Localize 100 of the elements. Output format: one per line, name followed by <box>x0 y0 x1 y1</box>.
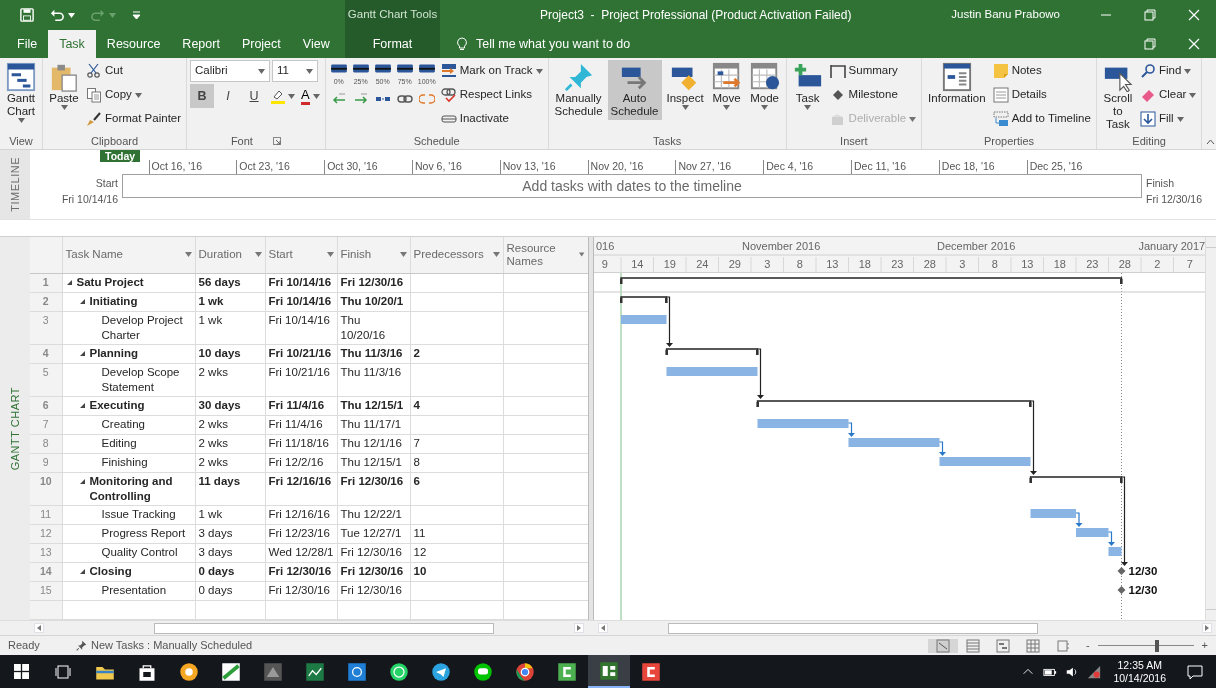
ribbon-button[interactable]: Mode <box>746 60 783 113</box>
summary-bar[interactable] <box>1029 476 1123 484</box>
link-arrow <box>847 422 855 437</box>
table-cell: 56 days <box>195 273 265 292</box>
ribbon-button[interactable]: Summary <box>827 60 900 82</box>
summary-bar[interactable] <box>756 400 1032 408</box>
caret-icon <box>306 68 314 74</box>
letter-c-app-icon <box>641 661 661 682</box>
table-cell: Thu 12/1/16 <box>337 434 410 453</box>
zoom-in-button[interactable]: + <box>1201 637 1216 654</box>
grid-view-icon <box>1025 638 1040 653</box>
ribbon-button[interactable]: Milestone <box>827 84 900 106</box>
dropdown-field[interactable]: Calibri <box>190 60 271 82</box>
restore-icon <box>1144 9 1156 21</box>
month-label: January 2017 <box>1138 240 1205 252</box>
ribbon-tab[interactable]: Task <box>48 30 96 58</box>
format-toggle-button[interactable]: B <box>190 84 215 108</box>
task-name: Issue Tracking <box>101 506 176 522</box>
view-label: GANTT CHART <box>7 386 22 471</box>
ribbon-button[interactable]: Scroll to Task <box>1099 60 1136 134</box>
ribbon-button[interactable]: Gantt Chart <box>3 60 39 126</box>
table-cell: 30 days <box>195 396 265 415</box>
timescale-date: Oct 23, '16 <box>236 160 325 174</box>
task-name: Presentation <box>101 582 167 598</box>
ribbon-button[interactable]: Task <box>789 60 826 113</box>
status-text: Ready <box>7 638 41 654</box>
ribbon-button[interactable]: Find <box>1137 60 1194 82</box>
ribbon-button[interactable]: Auto Schedule <box>607 60 662 121</box>
format-toggle-button[interactable]: U <box>242 84 267 108</box>
ribbon-tab[interactable]: View <box>291 30 341 58</box>
start-label: Start <box>95 176 118 191</box>
group-label: Insert <box>840 133 868 149</box>
ribbon-button[interactable]: Fill <box>1137 108 1186 130</box>
ribbon-button[interactable]: Mark on Track <box>438 60 545 82</box>
table-cell: Fri 12/16/16 <box>265 472 337 505</box>
ribbon-button[interactable]: Copy <box>84 84 144 106</box>
lightbulb-icon <box>456 37 468 51</box>
group-label: Font <box>230 133 253 149</box>
ribbon-button[interactable]: Cut <box>84 60 125 82</box>
ribbon-button[interactable]: Move <box>708 60 745 113</box>
table-cell: Fri 12/23/16 <box>265 524 337 543</box>
summary-bar[interactable] <box>620 296 668 304</box>
table-cell: 1 wk <box>195 311 265 344</box>
ribbon-button[interactable]: Notes <box>990 60 1044 82</box>
ribbon-tab[interactable]: Project <box>230 30 292 58</box>
dropdown-icon <box>399 252 407 258</box>
ribbon-button[interactable]: Paste <box>46 60 82 113</box>
ribbon-button[interactable]: Clear <box>1137 84 1199 106</box>
ribbon-button[interactable]: Inspect <box>663 60 707 113</box>
deliverable-icon <box>829 111 846 127</box>
group-label: Editing <box>1132 134 1166 150</box>
taskbar-app-button[interactable] <box>588 655 630 688</box>
ribbon-button[interactable]: Inactivate <box>438 108 511 130</box>
scroll-arrow-icon <box>575 624 583 632</box>
new-tasks-mode-button[interactable]: New Tasks : Manually Scheduled <box>60 637 253 654</box>
page-view-icon <box>1055 638 1070 653</box>
project-app-icon <box>599 660 619 681</box>
ribbon-button[interactable]: Information <box>925 60 989 108</box>
link-arrow <box>756 348 764 399</box>
summary-bar[interactable] <box>665 348 759 356</box>
milestone-icon[interactable] <box>1117 567 1126 575</box>
view-shortcut-button[interactable] <box>927 638 958 653</box>
table-cell: 1 wk <box>195 505 265 524</box>
tell-me-field[interactable]: Tell me what you want to do <box>440 30 1128 58</box>
ribbon-tab[interactable]: Resource <box>95 30 172 58</box>
zoom-out-button[interactable]: - <box>1077 637 1090 654</box>
ribbon-tab[interactable]: Report <box>171 30 231 58</box>
timeline-bar[interactable]: Add tasks with dates to the timeline <box>122 174 1142 198</box>
ribbon-button[interactable]: Add to Timeline <box>990 108 1093 130</box>
month-label: November 2016 <box>742 240 821 252</box>
letter-c-app-icon <box>557 661 577 682</box>
slider-thumb[interactable] <box>1155 639 1160 652</box>
vertical-scrollbar[interactable] <box>1205 237 1216 620</box>
table-cell: Fri 12/30/16 <box>337 581 410 600</box>
month-label: 016 <box>596 240 615 252</box>
ribbon-button[interactable]: Details <box>990 84 1049 106</box>
caret-icon <box>258 68 266 74</box>
ribbon-button[interactable]: Respect Links <box>438 84 534 106</box>
timescale-date: Dec 18, '16 <box>938 160 1027 174</box>
task-name: Monitoring and Controlling <box>89 473 174 504</box>
milestone-icon[interactable] <box>1117 586 1126 594</box>
clock-button[interactable]: 12:35 AM 10/14/2016 <box>1105 658 1174 685</box>
table-cell: Fri 11/4/16 <box>265 396 337 415</box>
ribbon-button[interactable]: Format Painter <box>84 108 184 130</box>
scroll-arrow-icon <box>35 624 43 632</box>
ribbon-tab[interactable]: Format <box>345 30 440 58</box>
summary-bar[interactable] <box>620 277 1123 285</box>
table-cell: Thu 10/20/16 <box>337 311 410 344</box>
zoom-slider[interactable] <box>1097 639 1194 652</box>
day-label: 8 <box>796 258 803 270</box>
group-label: View <box>9 133 33 149</box>
format-toggle-button[interactable]: I <box>216 84 241 108</box>
table-cell: Fri 12/30/16 <box>337 472 410 505</box>
dropdown-field[interactable]: 11 <box>272 60 319 82</box>
table-cell: Fri 12/30/16 <box>337 543 410 562</box>
ribbon-tab[interactable]: File <box>6 30 49 58</box>
timescale-date: Dec 4, '16 <box>763 160 851 174</box>
table-cell: Fri 10/14/16 <box>265 292 337 311</box>
font-color-button[interactable]: A <box>299 84 322 108</box>
ribbon-button[interactable]: Manually Schedule <box>551 60 606 121</box>
